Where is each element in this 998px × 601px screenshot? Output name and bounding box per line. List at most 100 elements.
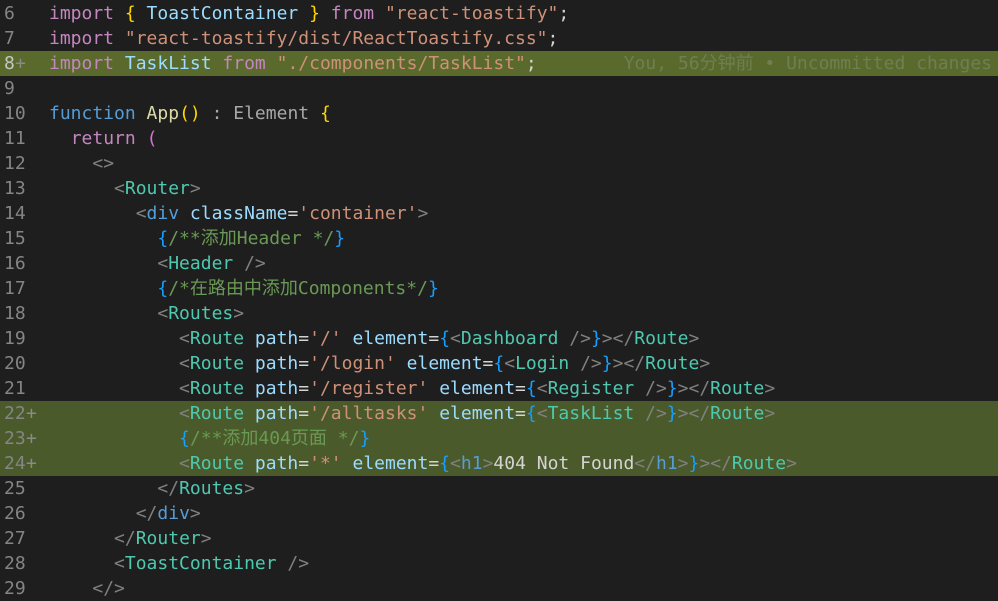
line-number: 17 xyxy=(4,278,26,299)
line-number: 15 xyxy=(4,228,26,249)
line-number: 27 xyxy=(4,528,26,549)
code-line[interactable]: 17 {/*在路由中添加Components*/} xyxy=(0,276,998,301)
code-token: > xyxy=(677,453,689,474)
code-line[interactable]: 7 import "react-toastify/dist/ReactToasti… xyxy=(0,26,998,51)
code-token: /> xyxy=(558,328,591,349)
code-line[interactable]: 21 <Route path='/register' element={<Reg… xyxy=(0,376,998,401)
code-line[interactable]: 27 </Router> xyxy=(0,526,998,551)
code-token: Router xyxy=(135,528,201,549)
code-token: h1 xyxy=(655,453,678,474)
code-token: Register xyxy=(547,378,635,399)
code-content: <Routes> xyxy=(49,301,244,326)
code-content: <div className='container'> xyxy=(49,201,429,226)
code-line[interactable]: 23 + {/**添加404页面 */} xyxy=(0,426,998,451)
code-content: </div> xyxy=(49,501,201,526)
code-token: ( xyxy=(146,128,158,149)
code-token: < xyxy=(179,453,190,474)
code-line[interactable]: 19 <Route path='/' element={<Dashboard /… xyxy=(0,326,998,351)
code-token: = xyxy=(515,378,526,399)
code-token: = xyxy=(428,328,440,349)
code-token: < xyxy=(450,328,461,349)
code-line[interactable]: 16 <Header /> xyxy=(0,251,998,276)
code-content: </Routes> xyxy=(49,476,255,501)
code-token: = xyxy=(428,453,440,474)
code-token: < xyxy=(179,403,190,424)
code-token: div xyxy=(146,203,180,224)
code-token: = xyxy=(515,403,526,424)
code-line[interactable]: 25 </Routes> xyxy=(0,476,998,501)
code-token: Login xyxy=(515,353,570,374)
code-token: /*在路由中添加Components*/ xyxy=(168,278,428,299)
code-token: path xyxy=(254,453,299,474)
code-line[interactable]: 9 xyxy=(0,76,998,101)
code-token: </ xyxy=(135,503,158,524)
code-line[interactable]: 8 + import TaskList from "./components/Tas… xyxy=(0,51,998,76)
code-line[interactable]: 29 </> xyxy=(0,576,998,601)
code-token: element xyxy=(352,453,429,474)
line-number: 10 xyxy=(4,103,26,124)
code-token: { xyxy=(493,353,505,374)
code-token: ></ xyxy=(612,353,646,374)
code-token: } xyxy=(359,428,371,449)
line-number: 6 xyxy=(4,3,15,24)
code-token: Dashboard xyxy=(460,328,559,349)
code-token: /**添加404页面 */ xyxy=(189,428,360,449)
code-line[interactable]: 11 return ( xyxy=(0,126,998,151)
code-token: path xyxy=(254,403,299,424)
code-line[interactable]: 26 </div> xyxy=(0,501,998,526)
code-token: { xyxy=(124,3,136,24)
code-token: Route xyxy=(710,403,765,424)
line-number: 23 xyxy=(4,428,26,449)
code-token: path xyxy=(254,353,299,374)
code-content: import { ToastContainer } from "react-to… xyxy=(49,1,569,26)
code-token: ></ xyxy=(601,328,635,349)
code-content: return ( xyxy=(49,126,158,151)
code-token: <> xyxy=(92,153,115,174)
code-content: </> xyxy=(49,576,125,601)
line-number: 21 xyxy=(4,378,26,399)
code-token: Route xyxy=(189,378,245,399)
code-line[interactable]: 18 <Routes> xyxy=(0,301,998,326)
code-editor[interactable]: 6 import { ToastContainer } from "react-t… xyxy=(0,0,998,599)
code-token: > xyxy=(417,203,429,224)
code-token: { xyxy=(157,278,169,299)
code-content: <Router> xyxy=(49,176,201,201)
code-line[interactable]: 15 {/**添加Header */} xyxy=(0,226,998,251)
code-token: > xyxy=(764,403,776,424)
code-token: "react-toastify" xyxy=(385,3,559,24)
code-line[interactable]: 10 function App() : Element { xyxy=(0,101,998,126)
code-token: < xyxy=(114,553,125,574)
code-line[interactable]: 22 + <Route path='/alltasks' element={<Ta… xyxy=(0,401,998,426)
code-token: /> xyxy=(276,553,310,574)
code-token: } xyxy=(334,228,346,249)
code-content: {/*在路由中添加Components*/} xyxy=(49,276,438,301)
code-line[interactable]: 12 <> xyxy=(0,151,998,176)
code-line[interactable]: 20 <Route path='/login' element={<Login … xyxy=(0,351,998,376)
code-line[interactable]: 13 <Router> xyxy=(0,176,998,201)
code-token: Route xyxy=(189,328,245,349)
code-line[interactable]: 6 import { ToastContainer } from "react-t… xyxy=(0,1,998,26)
code-token: Route xyxy=(710,378,765,399)
line-number: 12 xyxy=(4,153,26,174)
code-line[interactable]: 28 <ToastContainer /> xyxy=(0,551,998,576)
code-token: = xyxy=(298,453,310,474)
code-line[interactable]: 24 + <Route path='*' element={<h1>404 Not… xyxy=(0,451,998,476)
code-line[interactable]: 14 <div className='container'> xyxy=(0,201,998,226)
code-token: } xyxy=(601,353,613,374)
line-number: 18 xyxy=(4,303,26,324)
code-token: ></ xyxy=(677,378,711,399)
code-token: > xyxy=(688,328,700,349)
code-token: > xyxy=(233,303,245,324)
